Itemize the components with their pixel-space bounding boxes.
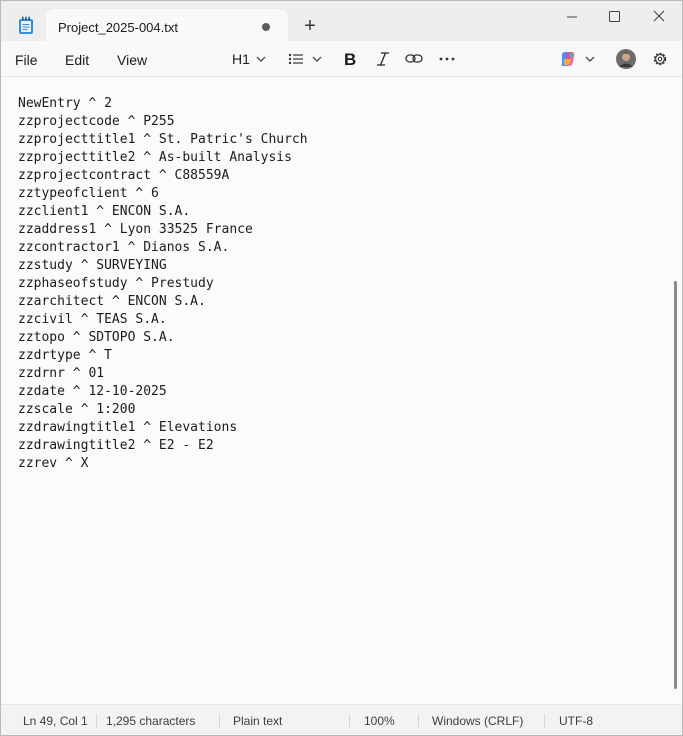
text-line[interactable]: zzstudy ^ SURVEYING: [18, 257, 308, 275]
avatar[interactable]: [616, 48, 636, 70]
link-icon[interactable]: [405, 48, 423, 70]
menu-file[interactable]: File: [15, 52, 38, 68]
text-line[interactable]: zzclient1 ^ ENCON S.A.: [18, 203, 308, 221]
status-divider: [96, 714, 97, 728]
text-line[interactable]: zzdrawingtitle2 ^ E2 - E2: [18, 437, 308, 455]
text-line[interactable]: zzprojecttitle2 ^ As-built Analysis: [18, 149, 308, 167]
text-line[interactable]: zzphaseofstudy ^ Prestudy: [18, 275, 308, 293]
bold-icon[interactable]: B: [342, 48, 358, 70]
vertical-scrollbar[interactable]: [674, 281, 677, 689]
character-count: 1,295 characters: [106, 714, 196, 728]
text-line[interactable]: zzprojecttitle1 ^ St. Patric's Church: [18, 131, 308, 149]
text-line[interactable]: zzdate ^ 12-10-2025: [18, 383, 308, 401]
text-line[interactable]: zzprojectcontract ^ C88559A: [18, 167, 308, 185]
chevron-down-icon: [256, 56, 266, 62]
status-bar: Ln 49, Col 1 1,295 characters Plain text…: [1, 704, 682, 735]
text-line[interactable]: zzarchitect ^ ENCON S.A.: [18, 293, 308, 311]
text-line[interactable]: zzcivil ^ TEAS S.A.: [18, 311, 308, 329]
status-divider: [544, 714, 545, 728]
format-indicator[interactable]: Plain text: [233, 714, 282, 728]
new-tab-button[interactable]: +: [299, 16, 321, 38]
status-divider: [349, 714, 350, 728]
heading-label: H1: [232, 51, 250, 67]
list-dropdown[interactable]: [288, 48, 322, 70]
copilot-dropdown[interactable]: [559, 48, 595, 70]
heading-dropdown[interactable]: H1: [232, 48, 266, 70]
unsaved-dot-icon[interactable]: [262, 23, 270, 31]
text-line[interactable]: zzscale ^ 1:200: [18, 401, 308, 419]
document-tab[interactable]: Project_2025-004.txt: [46, 9, 288, 43]
chevron-down-icon: [585, 56, 595, 62]
text-line[interactable]: NewEntry ^ 2: [18, 95, 308, 113]
tab-title: Project_2025-004.txt: [58, 20, 178, 35]
text-line[interactable]: zzdrnr ^ 01: [18, 365, 308, 383]
bulleted-list-icon: [288, 53, 303, 65]
line-ending[interactable]: Windows (CRLF): [432, 714, 523, 728]
title-bar: Project_2025-004.txt +: [1, 1, 682, 43]
copilot-icon: [561, 52, 575, 66]
text-editor[interactable]: NewEntry ^ 2 zzprojectcode ^ P255 zzprojec…: [1, 78, 682, 704]
text-line[interactable]: zzaddress1 ^ Lyon 33525 France: [18, 221, 308, 239]
menu-view[interactable]: View: [117, 52, 147, 68]
text-line[interactable]: zzcontractor1 ^ Dianos S.A.: [18, 239, 308, 257]
settings-gear-icon[interactable]: [651, 48, 669, 70]
notepad-window: Project_2025-004.txt + File Edit View H1: [0, 0, 683, 736]
notepad-app-icon: [19, 16, 33, 34]
zoom-level[interactable]: 100%: [364, 714, 395, 728]
text-line[interactable]: zzdrtype ^ T: [18, 347, 308, 365]
text-line[interactable]: zzrev ^ X: [18, 455, 308, 473]
menu-edit[interactable]: Edit: [65, 52, 89, 68]
close-icon[interactable]: [645, 8, 673, 26]
cursor-position[interactable]: Ln 49, Col 1: [23, 714, 88, 728]
text-line[interactable]: zztypeofclient ^ 6: [18, 185, 308, 203]
text-line[interactable]: zzprojectcode ^ P255: [18, 113, 308, 131]
text-line[interactable]: zzdrawingtitle1 ^ Elevations: [18, 419, 308, 437]
more-options-icon[interactable]: [439, 48, 455, 70]
chevron-down-icon: [312, 56, 322, 62]
document-text[interactable]: NewEntry ^ 2 zzprojectcode ^ P255 zzprojec…: [18, 95, 308, 473]
maximize-icon[interactable]: [600, 8, 628, 26]
minimize-icon[interactable]: [558, 8, 586, 26]
encoding[interactable]: UTF-8: [559, 714, 593, 728]
toolbar: File Edit View H1 B: [1, 41, 682, 77]
italic-icon[interactable]: [375, 48, 391, 70]
status-divider: [418, 714, 419, 728]
text-line[interactable]: zztopo ^ SDTOPO S.A.: [18, 329, 308, 347]
svg-text:B: B: [344, 50, 356, 69]
status-divider: [219, 714, 220, 728]
